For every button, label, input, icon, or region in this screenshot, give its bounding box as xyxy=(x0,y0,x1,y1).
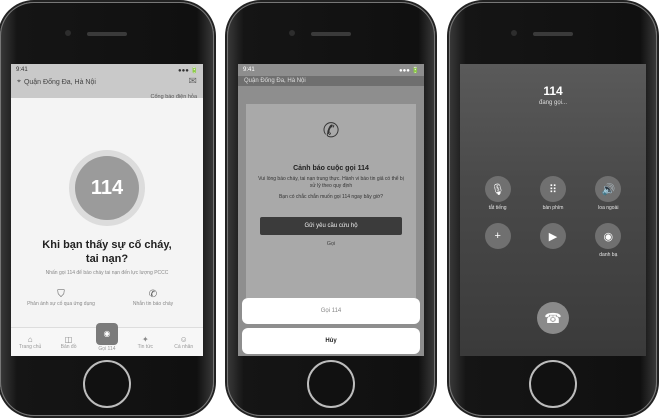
dialog-title: Cảnh báo cuộc gọi 114 xyxy=(293,165,369,172)
call-controls: 🎙 tắt tiếng ⠿ bàn phím 🔊 loa ngoài + ▶ ◉ dan… xyxy=(470,176,636,258)
chat-icon[interactable]: ✉ xyxy=(189,76,197,87)
add-call-button[interactable]: + xyxy=(470,223,525,258)
tab-label: Bản đồ xyxy=(60,343,77,350)
mute-button[interactable]: 🎙 tắt tiếng xyxy=(470,176,525,211)
action-label: Nhắn tin báo cháy xyxy=(132,301,174,307)
key-label: loa ngoài xyxy=(598,205,619,211)
key-label xyxy=(470,252,525,258)
profile-icon: ☺ xyxy=(179,334,188,344)
video-icon: ▶ xyxy=(539,223,566,249)
earpiece-speaker xyxy=(533,32,573,36)
status-bar: 9:41 ●●● 🔋 xyxy=(11,64,203,76)
status-bar: 9:41 ●●● 🔋 xyxy=(238,64,424,76)
status-time: 9:41 xyxy=(243,67,255,73)
call-114-option[interactable]: Gọi 114 xyxy=(242,298,420,324)
message-action[interactable]: ✆ Nhắn tin báo cháy xyxy=(119,289,187,308)
phone-2: 9:41 ●●● 🔋 Quận Đống Đa, Hà Nội ✆ Cảnh bá… xyxy=(227,2,435,416)
warning-dialog: ✆ Cảnh báo cuộc gọi 114 Vui lòng báo chá… xyxy=(246,104,416,298)
dialed-number: 114 xyxy=(543,84,563,98)
quick-actions: ⛉ Phản ánh sự cố qua ứng dụng ✆ Nhắn tin… xyxy=(11,289,203,308)
status-indicators: ●●● 🔋 xyxy=(177,67,198,74)
front-camera xyxy=(511,30,517,36)
key-label xyxy=(525,252,580,258)
tab-call[interactable]: ◉ Gọi 114 xyxy=(93,322,121,352)
mute-icon: 🎙 xyxy=(484,176,511,202)
tab-label: Trang chủ xyxy=(19,343,42,350)
dialog-question: Bạn có chắc chắn muốn gọi 114 ngay bây g… xyxy=(278,194,384,200)
key-label: danh bạ xyxy=(599,252,618,258)
home-screen: 9:41 ●●● 🔋 ⌖ Quận Đống Đa, Hà Nội ✉ Cổng… xyxy=(11,64,203,356)
contacts-icon: ◉ xyxy=(595,223,622,249)
phone-1: 9:41 ●●● 🔋 ⌖ Quận Đống Đa, Hà Nội ✉ Cổng… xyxy=(0,2,214,416)
call-confirm-screen: 9:41 ●●● 🔋 Quận Đống Đa, Hà Nội ✆ Cảnh bá… xyxy=(238,64,424,356)
in-call-screen: 114 đang gọi... 🎙 tắt tiếng ⠿ bàn phím 🔊 lo… xyxy=(460,64,646,356)
location-pin-icon: ⌖ xyxy=(17,78,21,85)
headline: Khi bạn thấy sự cố cháy, tai nạn? xyxy=(11,238,203,266)
phone-3: 114 đang gọi... 🎙 tắt tiếng ⠿ bàn phím 🔊 lo… xyxy=(449,2,657,416)
location-selector[interactable]: ⌖ Quận Đống Đa, Hà Nội xyxy=(11,76,203,88)
news-icon: ✦ xyxy=(142,334,149,344)
key-label: bàn phím xyxy=(542,205,564,211)
tab-news[interactable]: ✦ Tin tức xyxy=(131,335,159,350)
emergency-call-button[interactable]: 114 xyxy=(75,156,139,220)
plus-icon: + xyxy=(484,223,511,249)
front-camera xyxy=(289,30,295,36)
map-icon: ◫ xyxy=(64,334,73,344)
speaker-icon: 🔊 xyxy=(595,176,622,202)
headline-line-2: tai nạn? xyxy=(85,253,129,265)
home-button[interactable] xyxy=(83,360,131,408)
home-button[interactable] xyxy=(529,360,577,408)
tab-profile[interactable]: ☺ Cá nhân xyxy=(170,335,198,350)
tab-bar: ⌂ Trang chủ ◫ Bản đồ ◉ Gọi 114 ✦ Tin tức ☺ Cá… xyxy=(11,322,203,356)
tab-label: Gọi 114 xyxy=(98,345,116,352)
cancel-button[interactable]: Hủy xyxy=(242,328,420,354)
status-time: 9:41 xyxy=(16,67,28,73)
tab-label: Cá nhân xyxy=(174,343,194,350)
report-incident-action[interactable]: ⛉ Phản ánh sự cố qua ứng dụng xyxy=(27,289,95,308)
key-label: tắt tiếng xyxy=(488,205,507,211)
send-request-button[interactable]: Gửi yêu cầu cứu hộ xyxy=(260,217,402,235)
call-icon: ◉ xyxy=(95,322,118,345)
speaker-button[interactable]: 🔊 loa ngoài xyxy=(581,176,636,211)
sms-icon: ✆ xyxy=(148,289,158,300)
fire-extinguisher-icon: ⛉ xyxy=(57,289,65,300)
description: Nhấn gọi 114 để báo cháy tai nạn đến lực… xyxy=(45,270,169,276)
call-link[interactable]: Gọi xyxy=(246,241,416,247)
tab-label: Tin tức xyxy=(137,343,154,350)
keypad-icon: ⠿ xyxy=(539,176,566,202)
earpiece-speaker xyxy=(311,32,351,36)
home-button[interactable] xyxy=(307,360,355,408)
home-icon: ⌂ xyxy=(27,334,33,344)
location-label: Quận Đống Đa, Hà Nội xyxy=(23,78,96,86)
call-status: đang gọi... xyxy=(538,100,568,106)
earpiece-speaker xyxy=(87,32,127,36)
tab-map[interactable]: ◫ Bản đồ xyxy=(55,335,83,350)
top-bar: 9:41 ●●● 🔋 ⌖ Quận Đống Đa, Hà Nội ✉ xyxy=(11,64,203,98)
dialog-text: Vui lòng báo cháy, tai nạn trung thực. H… xyxy=(258,176,404,189)
facetime-button[interactable]: ▶ xyxy=(525,223,580,258)
report-link[interactable]: Cổng báo điện hỏa xyxy=(151,94,197,100)
end-call-icon: ☎ xyxy=(544,309,562,326)
end-call-button[interactable]: ☎ xyxy=(537,302,569,334)
location-bar[interactable]: Quận Đống Đa, Hà Nội xyxy=(238,76,424,86)
front-camera xyxy=(65,30,71,36)
phone-ring-icon: ✆ xyxy=(322,120,340,142)
headline-line-1: Khi bạn thấy sự cố cháy, xyxy=(42,239,172,251)
keypad-button[interactable]: ⠿ bàn phím xyxy=(525,176,580,211)
action-label: Phản ánh sự cố qua ứng dụng xyxy=(27,301,95,307)
status-indicators: ●●● 🔋 xyxy=(398,67,419,74)
contacts-button[interactable]: ◉ danh bạ xyxy=(581,223,636,258)
tab-home[interactable]: ⌂ Trang chủ xyxy=(16,335,44,350)
